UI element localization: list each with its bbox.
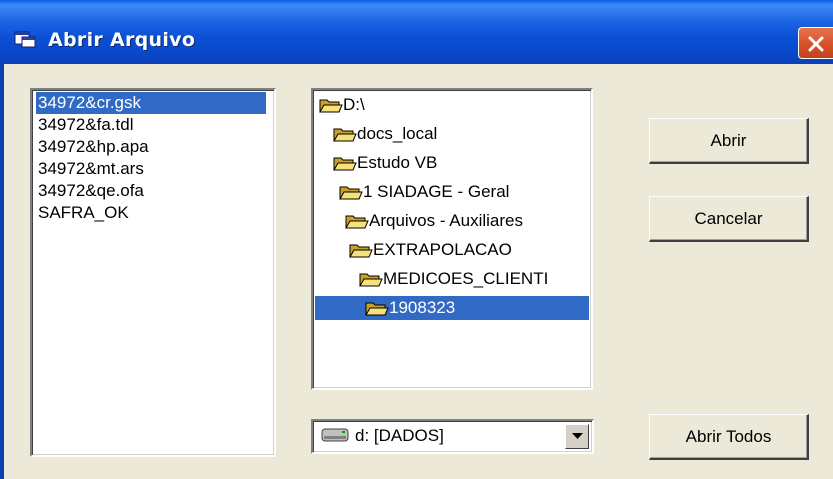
tree-item-label: MEDICOES_CLIENTI <box>383 269 549 288</box>
folder-tree[interactable]: D:\ docs_local Estudo VB 1 SIADAGE - Ger… <box>311 88 593 390</box>
tree-item-label: D:\ <box>343 95 365 114</box>
open-folder-icon <box>319 99 343 113</box>
open-folder-icon <box>339 186 363 200</box>
tree-item-label: Arquivos - Auxiliares <box>369 211 524 230</box>
list-item[interactable]: 34972&fa.tdl <box>36 114 133 136</box>
list-item[interactable]: 34972&hp.apa <box>36 136 149 158</box>
close-icon <box>808 36 824 52</box>
open-folder-icon <box>333 157 357 171</box>
tree-item-label: EXTRAPOLACAO <box>373 240 512 259</box>
file-list[interactable]: 34972&cr.gsk 34972&fa.tdl 34972&hp.apa 3… <box>30 88 276 457</box>
window-title: Abrir Arquivo <box>48 29 196 51</box>
tree-item-label: 1908323 <box>389 298 456 317</box>
drive-icon <box>321 428 349 442</box>
list-item[interactable]: 34972&mt.ars <box>36 158 144 180</box>
tree-item-label: docs_local <box>357 124 438 143</box>
dropdown-arrow-icon <box>572 433 583 439</box>
tree-item-label: 1 SIADAGE - Geral <box>363 182 510 201</box>
open-file-dialog: Abrir Arquivo 34972&cr.gsk 34972&fa.tdl … <box>0 0 833 479</box>
open-folder-icon <box>349 244 373 258</box>
tree-item-label: Estudo VB <box>357 153 438 172</box>
list-item[interactable]: SAFRA_OK <box>36 202 129 224</box>
cancel-button[interactable]: Cancelar <box>649 196 809 242</box>
dropdown-button[interactable] <box>565 424 589 449</box>
open-button[interactable]: Abrir <box>649 118 809 164</box>
close-button[interactable] <box>798 27 833 59</box>
open-all-button[interactable]: Abrir Todos <box>649 414 809 460</box>
drive-select-value: d: [DADOS] <box>355 426 444 445</box>
list-item[interactable]: 34972&qe.ofa <box>36 180 144 202</box>
open-folder-icon <box>345 215 369 229</box>
open-folder-icon <box>333 128 357 142</box>
drive-select[interactable]: d: [DADOS] <box>311 419 594 454</box>
title-bar[interactable]: Abrir Arquivo <box>0 0 833 64</box>
window-frame-edge <box>0 64 4 479</box>
open-folder-icon <box>365 302 389 316</box>
list-item[interactable]: 34972&cr.gsk <box>36 92 266 114</box>
app-window-icon <box>14 31 36 48</box>
open-folder-icon <box>359 273 383 287</box>
